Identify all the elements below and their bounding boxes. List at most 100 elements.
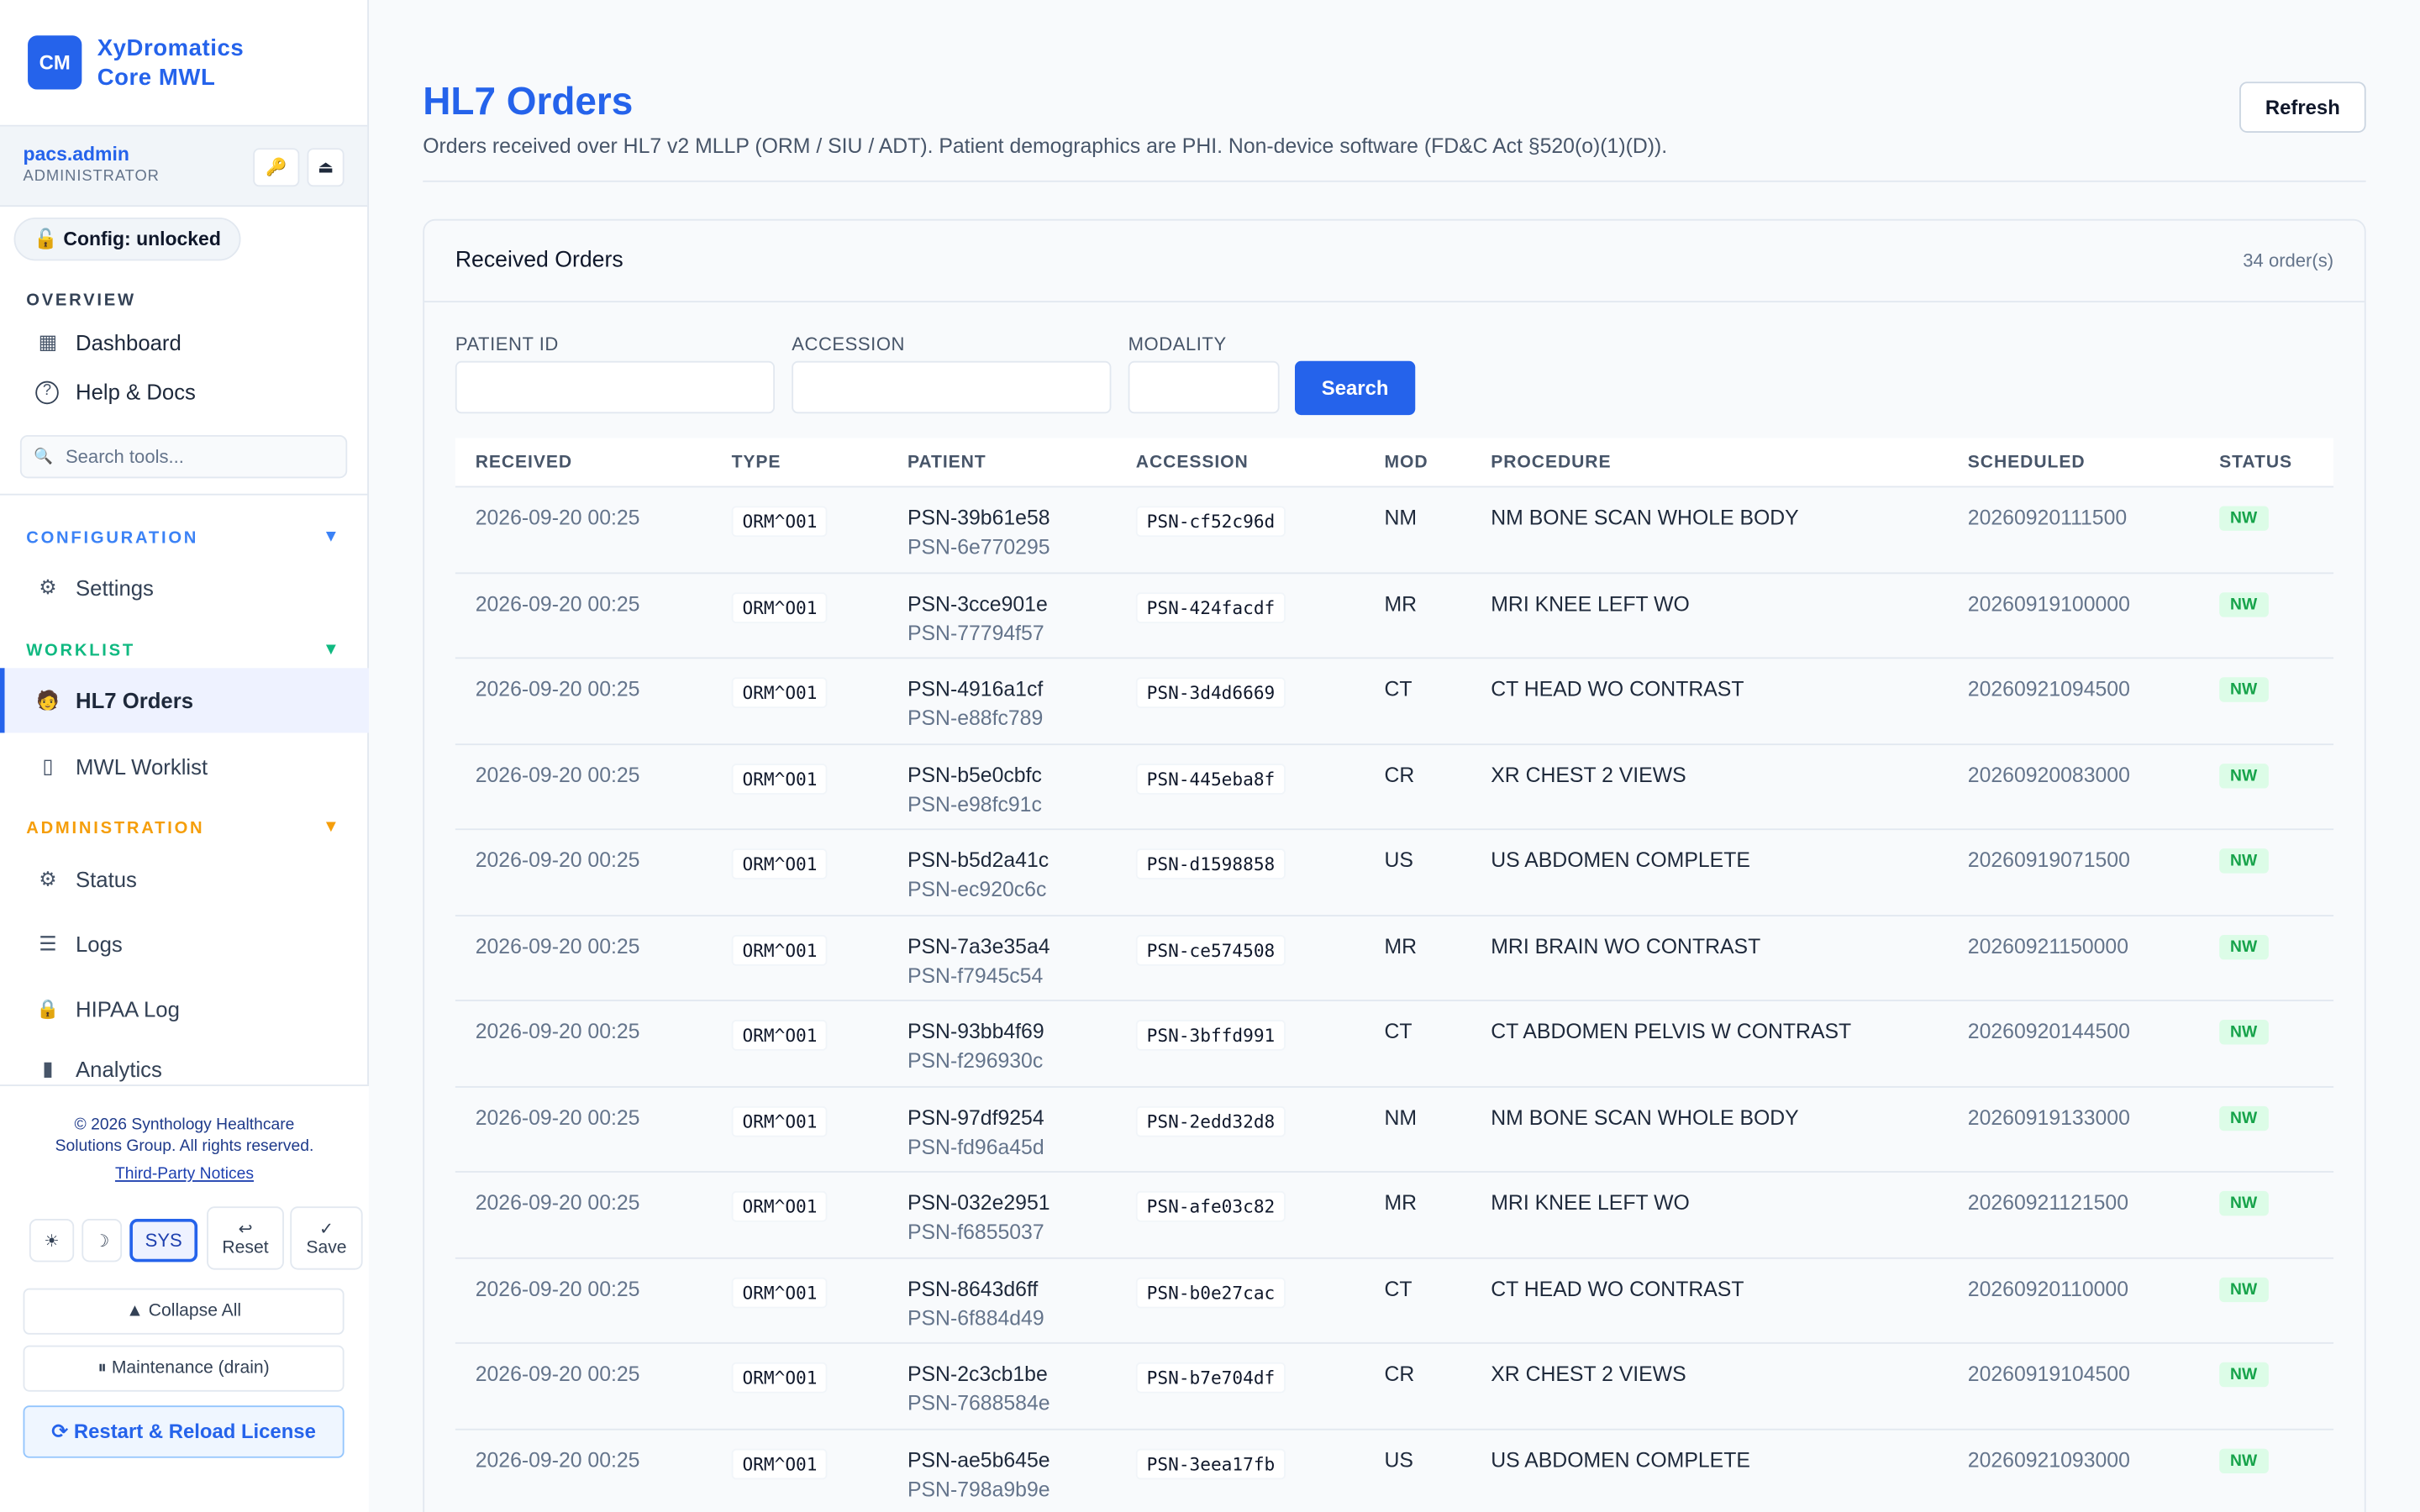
chevron-down-icon[interactable]: ▼ (323, 817, 339, 836)
refresh-button[interactable]: Refresh (2239, 81, 2366, 133)
reset-button[interactable]: ↩ Reset (207, 1206, 284, 1270)
cell-patient-secondary: PSN-e98fc91c (907, 792, 1042, 816)
config-lock-badge[interactable]: 🔓 Config: unlocked (13, 217, 241, 261)
table-row[interactable]: 2026-09-20 00:25 ORM^O01 PSN-8643d6ff PSN-6… (455, 1258, 2334, 1344)
cell-type: ORM^O01 (731, 1447, 829, 1479)
orders-table: RECEIVED TYPE PATIENT ACCESSION MOD PROC… (455, 438, 2334, 1512)
col-procedure[interactable]: PROCEDURE (1491, 454, 1611, 472)
cell-modality: US (1384, 1447, 1413, 1472)
table-row[interactable]: 2026-09-20 00:25 ORM^O01 PSN-7a3e35a4 PSN-f… (455, 916, 2334, 1002)
cell-patient-secondary: PSN-f7945c54 (907, 963, 1044, 987)
nav-logs[interactable]: ☰ Logs (0, 913, 369, 974)
table-row[interactable]: 2026-09-20 00:25 ORM^O01 PSN-ae5b645e PSN-7… (455, 1430, 2333, 1512)
section-worklist[interactable]: WORKLIST (26, 642, 135, 660)
nav-hl7-orders[interactable]: 🧑 HL7 Orders (0, 668, 369, 733)
cell-patient-secondary: PSN-6e770295 (907, 535, 1050, 559)
brand-name-line2: Core MWL (97, 64, 216, 91)
list-icon: ☰ (39, 932, 57, 955)
cell-scheduled: 20260919133000 (1967, 1105, 2130, 1129)
third-party-notices-link[interactable]: Third-Party Notices (0, 1165, 369, 1184)
cell-patient: PSN-ae5b645e (907, 1447, 1050, 1472)
system-theme-button[interactable]: SYS (129, 1218, 198, 1263)
nav-help[interactable]: ? Help & Docs (0, 361, 369, 423)
cell-modality: US (1384, 848, 1413, 872)
modality-input[interactable] (1128, 360, 1280, 414)
nav-hipaa-log-label: HIPAA Log (75, 996, 180, 1021)
light-theme-button[interactable]: ☀ (29, 1218, 75, 1263)
table-row[interactable]: 2026-09-20 00:25 ORM^O01 PSN-39b61e58 PSN-6… (455, 487, 2334, 574)
table-row[interactable]: 2026-09-20 00:25 ORM^O01 PSN-4916a1cf PSN-e… (455, 659, 2334, 745)
chevron-down-icon[interactable]: ▼ (323, 640, 339, 659)
section-administration[interactable]: ADMINISTRATION (26, 819, 204, 837)
save-button[interactable]: ✓ Save (290, 1206, 363, 1270)
cell-modality: CR (1384, 1362, 1415, 1386)
nav-status[interactable]: ⚙ Status (0, 848, 369, 910)
page-title: HL7 Orders (423, 80, 634, 123)
cell-accession: PSN-3eea17fb (1135, 1447, 1286, 1479)
maintenance-button[interactable]: ⏸ Maintenance (drain) (23, 1345, 345, 1392)
nav-hipaa-log[interactable]: 🔒 HIPAA Log (0, 978, 369, 1039)
patient-id-input[interactable] (455, 360, 776, 414)
col-status[interactable]: STATUS (2219, 454, 2292, 472)
bar-chart-icon: ▮ (42, 1057, 54, 1080)
key-icon[interactable]: 🔑 (253, 148, 300, 187)
cell-scheduled: 20260919104500 (1967, 1362, 2130, 1386)
cell-received: 2026-09-20 00:25 (475, 934, 640, 958)
col-received[interactable]: RECEIVED (476, 454, 572, 472)
logout-icon[interactable]: ⏏ (307, 148, 345, 187)
cell-patient: PSN-b5e0cbfc (907, 763, 1042, 786)
collapse-all-button[interactable]: ▲ Collapse All (23, 1288, 345, 1335)
cell-procedure: US ABDOMEN COMPLETE (1491, 1447, 1750, 1472)
cell-procedure: US ABDOMEN COMPLETE (1491, 848, 1750, 872)
cell-modality: CT (1384, 1276, 1413, 1300)
cell-patient-secondary: PSN-fd96a45d (907, 1134, 1044, 1158)
cell-type: ORM^O01 (731, 934, 829, 965)
dark-theme-button[interactable]: ☽ (82, 1218, 123, 1263)
table-row[interactable]: 2026-09-20 00:25 ORM^O01 PSN-97df9254 PSN-f… (455, 1087, 2334, 1173)
col-type[interactable]: TYPE (732, 454, 781, 472)
table-row[interactable]: 2026-09-20 00:25 ORM^O01 PSN-2c3cb1be PSN-7… (455, 1344, 2334, 1430)
nav-settings[interactable]: ⚙ Settings (0, 557, 369, 618)
cell-scheduled: 20260920111500 (1967, 506, 2128, 529)
section-configuration[interactable]: CONFIGURATION (26, 529, 198, 548)
cell-received: 2026-09-20 00:25 (475, 1105, 640, 1129)
nav-mwl-worklist-label: MWL Worklist (75, 754, 208, 780)
cell-type: ORM^O01 (731, 1020, 829, 1051)
cell-received: 2026-09-20 00:25 (475, 848, 640, 872)
table-body: 2026-09-20 00:25 ORM^O01 PSN-39b61e58 PSN-6… (455, 487, 2334, 1512)
col-patient[interactable]: PATIENT (908, 454, 986, 472)
nav-mwl-worklist[interactable]: ▯ MWL Worklist (0, 736, 369, 797)
table-row[interactable]: 2026-09-20 00:25 ORM^O01 PSN-032e2951 PSN-f… (455, 1173, 2334, 1258)
cell-patient: PSN-3cce901e (907, 591, 1048, 615)
table-row[interactable]: 2026-09-20 00:25 ORM^O01 PSN-b5e0cbfc PSN-e… (455, 744, 2334, 831)
cell-modality: CT (1384, 677, 1413, 701)
cell-patient-secondary: PSN-7688584e (907, 1391, 1050, 1415)
nav-analytics[interactable]: ▮ Analytics (0, 1044, 369, 1084)
cell-modality: CR (1384, 763, 1415, 786)
search-button[interactable]: Search (1294, 360, 1416, 416)
cell-type: ORM^O01 (731, 848, 829, 879)
cell-modality: CT (1384, 1020, 1413, 1043)
status-badge: NW (2219, 1105, 2269, 1131)
cell-received: 2026-09-20 00:25 (475, 1276, 640, 1300)
table-row[interactable]: 2026-09-20 00:25 ORM^O01 PSN-3cce901e PSN-7… (455, 573, 2334, 659)
accession-input[interactable] (792, 360, 1112, 414)
chip-icon: ⚙ (39, 867, 57, 890)
restart-reload-license-button[interactable]: ⟳ Restart & Reload License (23, 1405, 345, 1458)
chevron-down-icon[interactable]: ▼ (323, 528, 339, 546)
cell-procedure: CT HEAD WO CONTRAST (1491, 677, 1744, 701)
col-accession[interactable]: ACCESSION (1136, 454, 1249, 472)
cell-accession: PSN-3d4d6669 (1135, 677, 1286, 709)
cell-modality: NM (1384, 1105, 1418, 1129)
cell-procedure: XR CHEST 2 VIEWS (1491, 1362, 1686, 1386)
cell-modality: MR (1384, 934, 1418, 958)
search-tools-input[interactable]: 🔍 Search tools... (19, 434, 348, 479)
col-mod[interactable]: MOD (1385, 454, 1428, 472)
patient-id-label: PATIENT ID (455, 333, 559, 355)
col-scheduled[interactable]: SCHEDULED (1968, 454, 2086, 472)
brand[interactable]: CM XyDromatics Core MWL (0, 0, 368, 127)
nav-analytics-label: Analytics (75, 1057, 162, 1082)
status-badge: NW (2219, 1276, 2269, 1302)
table-row[interactable]: 2026-09-20 00:25 ORM^O01 PSN-93bb4f69 PSN-f… (455, 1001, 2334, 1087)
table-row[interactable]: 2026-09-20 00:25 ORM^O01 PSN-b5d2a41c PSN-e… (455, 830, 2334, 916)
